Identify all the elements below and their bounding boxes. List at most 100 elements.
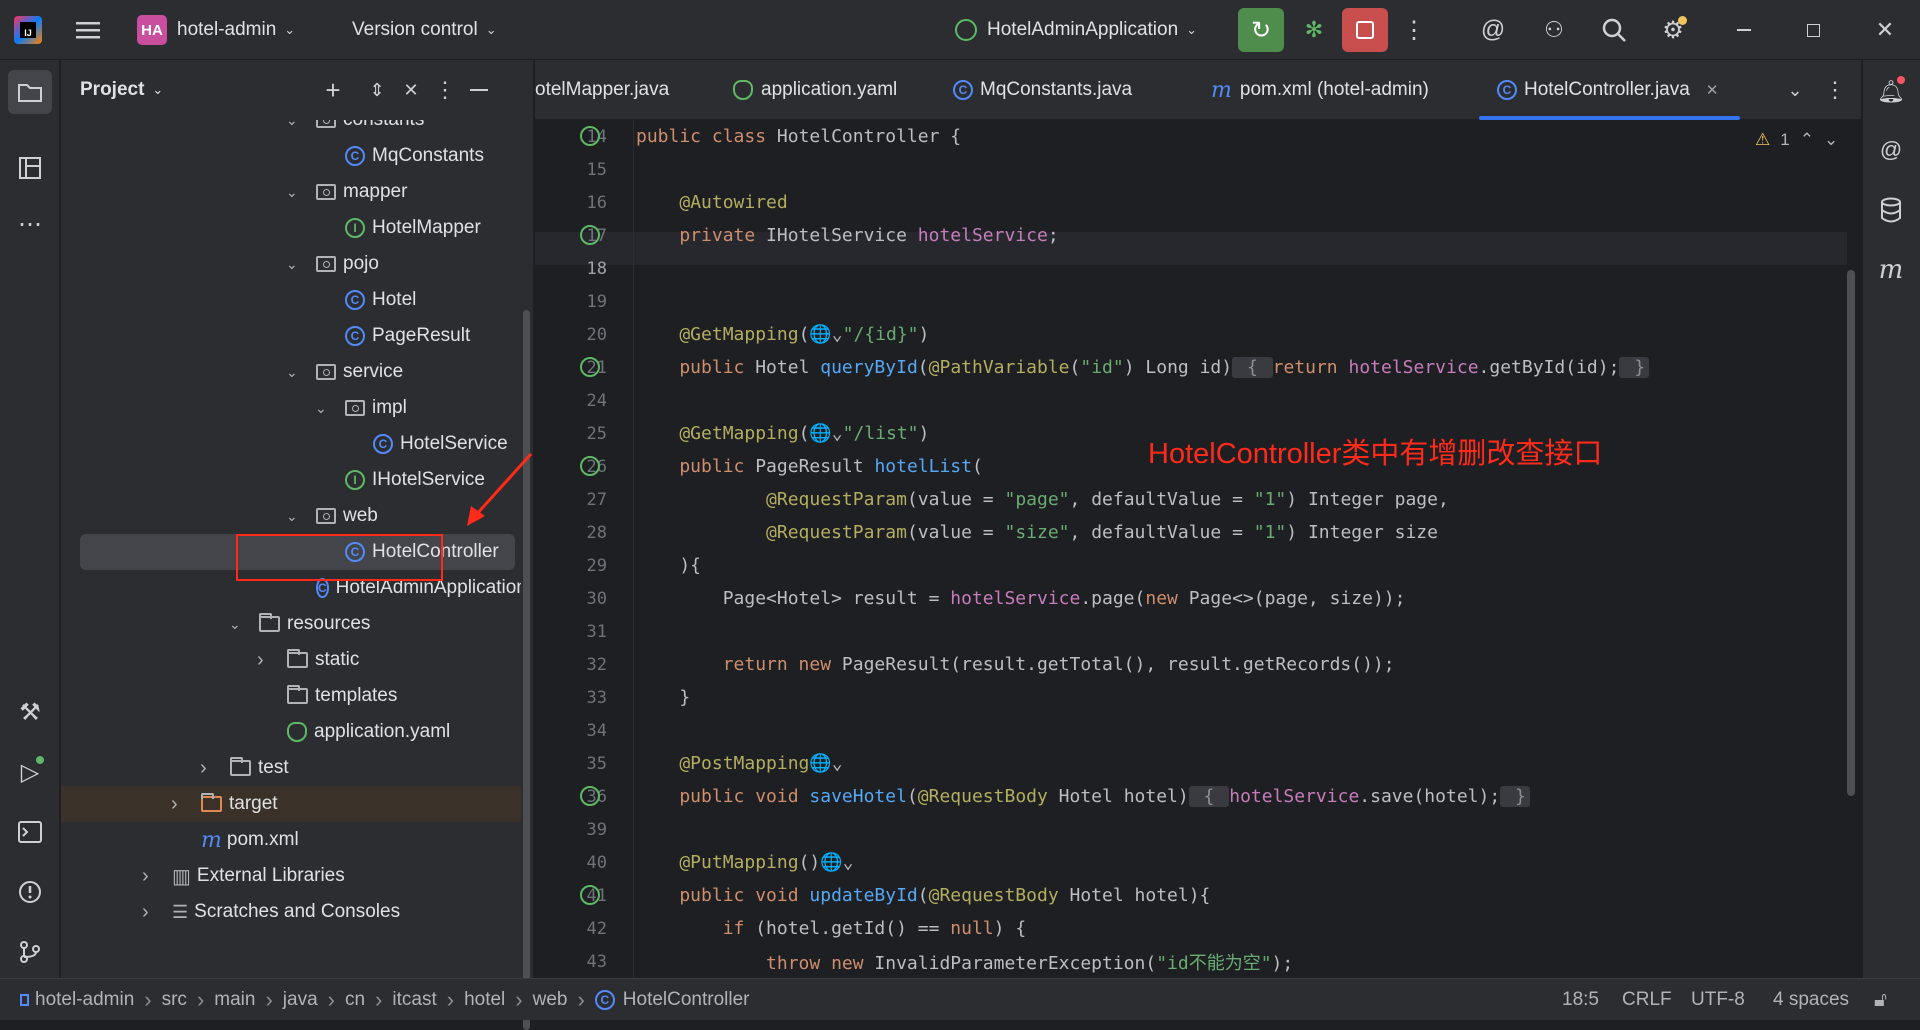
code-line[interactable]: 14 public class HotelController { <box>535 120 1861 153</box>
lock-icon[interactable]: 🔓︎ <box>1874 979 1887 1021</box>
code-line[interactable]: 36 public void saveHotel(@RequestBody Ho… <box>535 780 1861 813</box>
add-file-icon[interactable]: + <box>319 75 347 105</box>
ai-assistant-icon[interactable]: @ <box>1477 14 1509 46</box>
chevron-down-icon[interactable]: ⌄ <box>286 184 298 201</box>
tab-list-chevron-icon[interactable]: ⌄ <box>1781 76 1809 104</box>
code-line[interactable]: 42 if (hotel.getId() == null) { <box>535 912 1861 945</box>
code-line[interactable]: 28 @RequestParam(value = "size", default… <box>535 516 1861 549</box>
tree-item-test[interactable]: › test <box>61 750 521 786</box>
tree-item-pom-xml[interactable]: m pom.xml <box>61 822 521 858</box>
chevron-right-icon[interactable]: › <box>171 793 178 816</box>
code-line[interactable]: 34 <box>535 714 1861 747</box>
code-line[interactable]: 32 return new PageResult(result.getTotal… <box>535 648 1861 681</box>
tree-item-pojo[interactable]: ⌄ pojo <box>61 246 521 282</box>
editor-scrollbar[interactable] <box>1847 270 1855 796</box>
services-icon[interactable]: ▷ <box>8 750 52 794</box>
add-user-icon[interactable]: ⚇ <box>1538 14 1570 46</box>
breadcrumb-item[interactable]: hotel <box>464 989 505 1011</box>
breadcrumb-item[interactable]: web <box>533 989 568 1011</box>
database-icon[interactable] <box>1869 190 1913 230</box>
version-control-menu[interactable]: Version control ⌄ <box>352 14 497 46</box>
structure-icon[interactable] <box>8 146 52 190</box>
chevron-right-icon[interactable]: › <box>142 901 149 924</box>
tree-item-target[interactable]: › target <box>61 786 521 822</box>
debug-button[interactable]: ✻ <box>1296 8 1332 52</box>
code-line[interactable]: 19 <box>535 285 1861 318</box>
web-endpoint-gutter-icon[interactable] <box>580 357 600 377</box>
chevron-down-icon[interactable]: ⌄ <box>286 256 298 273</box>
code-line[interactable]: 27 @RequestParam(value = "page", default… <box>535 483 1861 516</box>
tree-item-mqconstants[interactable]: C MqConstants <box>61 138 521 174</box>
search-icon[interactable] <box>1598 14 1630 46</box>
expand-all-icon[interactable]: ⇕ <box>363 76 391 104</box>
spring-bean-gutter-icon[interactable] <box>580 126 600 146</box>
code-line[interactable]: 43 throw new InvalidParameterException("… <box>535 945 1861 978</box>
code-line[interactable]: 31 <box>535 615 1861 648</box>
caret-position[interactable]: 18:5 <box>1562 979 1599 1021</box>
web-endpoint-gutter-icon[interactable] <box>580 885 600 905</box>
web-endpoint-gutter-icon[interactable] <box>580 786 600 806</box>
tree-item-scratches-and-consoles[interactable]: › ☰ Scratches and Consoles <box>61 894 521 930</box>
tree-item-service[interactable]: ⌄ service <box>61 354 521 390</box>
code-line[interactable]: 30 Page<Hotel> result = hotelService.pag… <box>535 582 1861 615</box>
ai-chat-icon[interactable]: @ <box>1869 130 1913 170</box>
options-icon[interactable]: ⋮ <box>431 76 459 104</box>
code-line[interactable]: 35 @PostMapping🌐⌄ <box>535 747 1861 780</box>
web-endpoint-gutter-icon[interactable] <box>580 456 600 476</box>
breadcrumb-item[interactable]: hotel-admin <box>35 989 134 1011</box>
tree-item-resources[interactable]: ⌄ resources <box>61 606 521 642</box>
code-line[interactable]: 15 <box>535 153 1861 186</box>
chevron-down-icon[interactable]: ⌄ <box>229 616 241 633</box>
tree-item-ihotelservice[interactable]: I IHotelService <box>61 462 521 498</box>
more-tools-icon[interactable]: ⋯ <box>8 206 52 242</box>
problems-icon[interactable] <box>8 870 52 914</box>
tree-item-pageresult[interactable]: C PageResult <box>61 318 521 354</box>
tree-item-templates[interactable]: templates <box>61 678 521 714</box>
breadcrumb-item[interactable]: java <box>283 989 318 1011</box>
tree-item-constants[interactable]: ⌄ constants <box>61 120 521 138</box>
breadcrumb-item[interactable]: src <box>162 989 187 1011</box>
terminal-icon[interactable] <box>8 810 52 854</box>
main-menu-icon[interactable] <box>74 16 102 44</box>
breadcrumb-item[interactable]: itcast <box>392 989 436 1011</box>
code-line[interactable]: 29 ){ <box>535 549 1861 582</box>
tree-item-static[interactable]: › static <box>61 642 521 678</box>
tree-item-mapper[interactable]: ⌄ mapper <box>61 174 521 210</box>
git-branch-icon[interactable] <box>8 930 52 974</box>
minimize-window-icon[interactable] <box>1728 14 1760 46</box>
breadcrumb-item[interactable]: HotelController <box>623 989 750 1011</box>
restore-window-icon[interactable] <box>1797 14 1829 46</box>
tree-item-application-yaml[interactable]: application.yaml <box>61 714 521 750</box>
tree-item-external-libraries[interactable]: › ▥ External Libraries <box>61 858 521 894</box>
code-line[interactable]: 40 @PutMapping()🌐⌄ <box>535 846 1861 879</box>
code-line[interactable]: 39 <box>535 813 1861 846</box>
tree-item-hotelservice[interactable]: C HotelService <box>61 426 521 462</box>
chevron-down-icon[interactable]: ⌄ <box>286 508 298 525</box>
chevron-right-icon[interactable]: › <box>200 757 207 780</box>
maven-icon[interactable]: m <box>1869 250 1913 290</box>
indent-setting[interactable]: 4 spaces <box>1773 979 1849 1021</box>
more-actions-icon[interactable]: ⋮ <box>1400 14 1428 46</box>
line-separator[interactable]: CRLF <box>1622 979 1672 1021</box>
tab-options-icon[interactable]: ⋮ <box>1821 76 1849 104</box>
rerun-button[interactable]: ↻ <box>1238 8 1284 52</box>
breadcrumb-item[interactable]: cn <box>345 989 365 1011</box>
hide-panel-icon[interactable] <box>465 76 493 104</box>
tab-hotelcontroller-java[interactable]: C HotelController.java ✕ <box>1479 60 1741 120</box>
close-window-icon[interactable]: ✕ <box>1869 14 1901 46</box>
breadcrumb-item[interactable]: main <box>214 989 255 1011</box>
code-line[interactable]: 16 @Autowired <box>535 186 1861 219</box>
tab-otelmapper-java[interactable]: otelMapper.java <box>535 60 669 120</box>
run-config-selector[interactable]: HotelAdminApplication ⌄ <box>955 14 1197 46</box>
tree-item-impl[interactable]: ⌄ impl <box>61 390 521 426</box>
stop-button[interactable] <box>1342 8 1388 52</box>
code-line[interactable]: 17 private IHotelService hotelService; <box>535 219 1861 252</box>
tab-pom-xml-hotel-admin-[interactable]: m pom.xml (hotel-admin) <box>1211 60 1429 120</box>
code-line[interactable]: 21 public Hotel queryById(@PathVariable(… <box>535 351 1861 384</box>
file-encoding[interactable]: UTF-8 <box>1691 979 1745 1021</box>
code-line[interactable]: 18 <box>535 252 1861 285</box>
project-tool-folder-icon[interactable] <box>8 70 52 114</box>
chevron-down-icon[interactable]: ⌄ <box>315 400 327 417</box>
code-line[interactable]: 33 } <box>535 681 1861 714</box>
code-line[interactable]: 24 <box>535 384 1861 417</box>
